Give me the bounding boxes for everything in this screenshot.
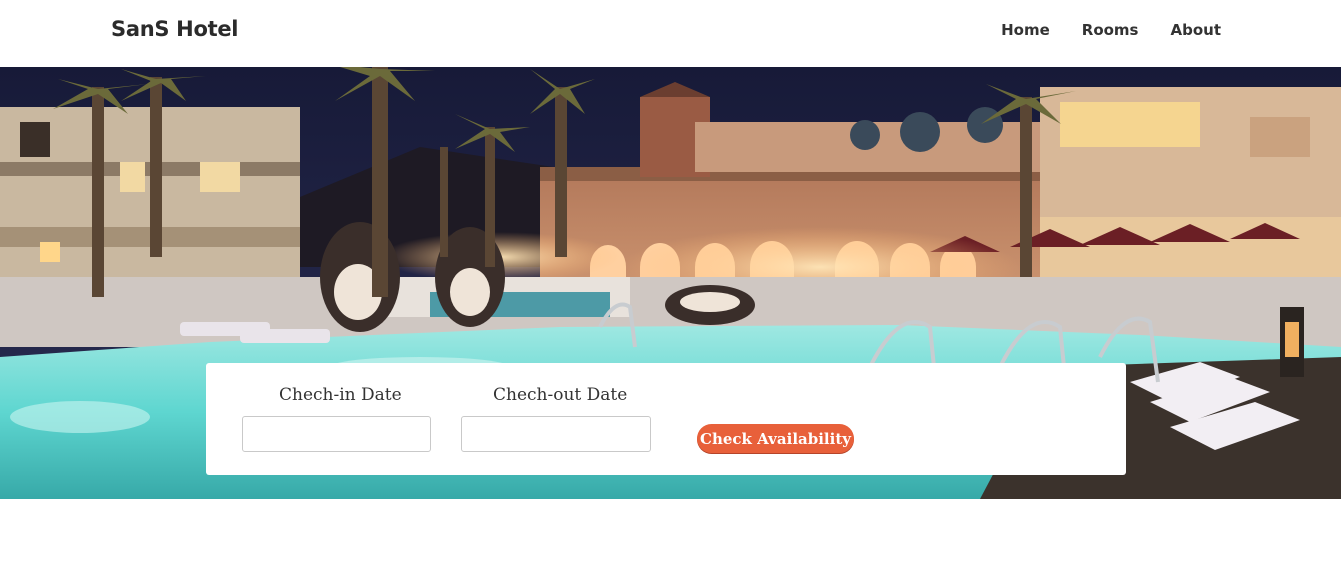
nav-rooms-link[interactable]: Rooms xyxy=(1082,21,1139,39)
check-availability-button[interactable]: Check Availability xyxy=(697,424,854,453)
nav-about-link[interactable]: About xyxy=(1170,21,1221,39)
availability-form: Chech-in Date Chech-out Date Check Avail… xyxy=(206,363,1126,475)
checkin-label: Chech-in Date xyxy=(279,385,402,405)
main-nav: Home Rooms About xyxy=(1001,21,1221,39)
nav-home-link[interactable]: Home xyxy=(1001,21,1050,39)
top-navbar: SanS Hotel Home Rooms About xyxy=(0,0,1341,67)
checkin-date-input[interactable] xyxy=(242,416,431,452)
checkout-date-input[interactable] xyxy=(461,416,651,452)
brand-logo[interactable]: SanS Hotel xyxy=(111,17,238,41)
checkout-label: Chech-out Date xyxy=(493,385,628,405)
